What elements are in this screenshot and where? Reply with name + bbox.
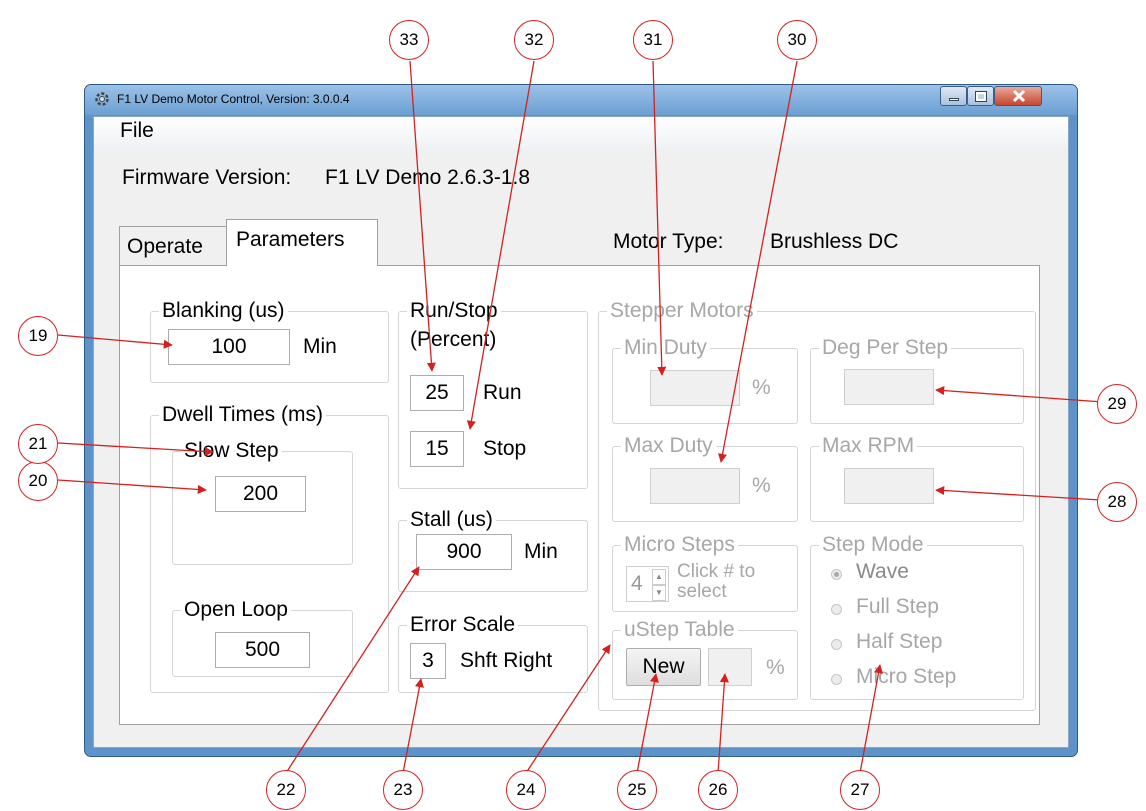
- callout-26: 26: [698, 770, 738, 810]
- callout-line-32: [466, 60, 535, 430]
- callout-33: 33: [389, 20, 429, 60]
- callout-30: 30: [777, 20, 817, 60]
- callout-19: 19: [18, 316, 58, 356]
- callout-line-28: [935, 485, 1118, 502]
- callout-27: 27: [840, 770, 880, 810]
- callout-22: 22: [266, 770, 306, 810]
- callout-21: 21: [18, 424, 58, 464]
- callout-24: 24: [506, 770, 546, 810]
- callout-23: 23: [383, 770, 423, 810]
- callout-25: 25: [617, 770, 657, 810]
- callout-line-22: [285, 566, 420, 774]
- tab-parameters[interactable]: Parameters: [226, 219, 378, 266]
- callout-32: 32: [514, 20, 554, 60]
- callout-line-31: [652, 60, 667, 376]
- callout-line-21: [57, 442, 214, 457]
- callout-line-23: [402, 678, 424, 774]
- callout-28: 28: [1097, 482, 1137, 522]
- callout-line-29: [935, 386, 1118, 404]
- tab-parameters-label: Parameters: [236, 228, 345, 251]
- callout-line-27: [859, 664, 883, 774]
- callout-line-26: [717, 673, 729, 774]
- callout-20: 20: [18, 461, 58, 501]
- callout-line-19: [57, 334, 173, 349]
- callout-lines: [57, 60, 1118, 774]
- callout-31: 31: [633, 20, 673, 60]
- callout-29: 29: [1097, 384, 1137, 424]
- callout-line-20: [57, 479, 207, 494]
- callout-line-25: [636, 673, 659, 774]
- callout-line-24: [525, 644, 611, 774]
- callout-line-33: [409, 60, 436, 372]
- callout-line-30: [718, 60, 798, 463]
